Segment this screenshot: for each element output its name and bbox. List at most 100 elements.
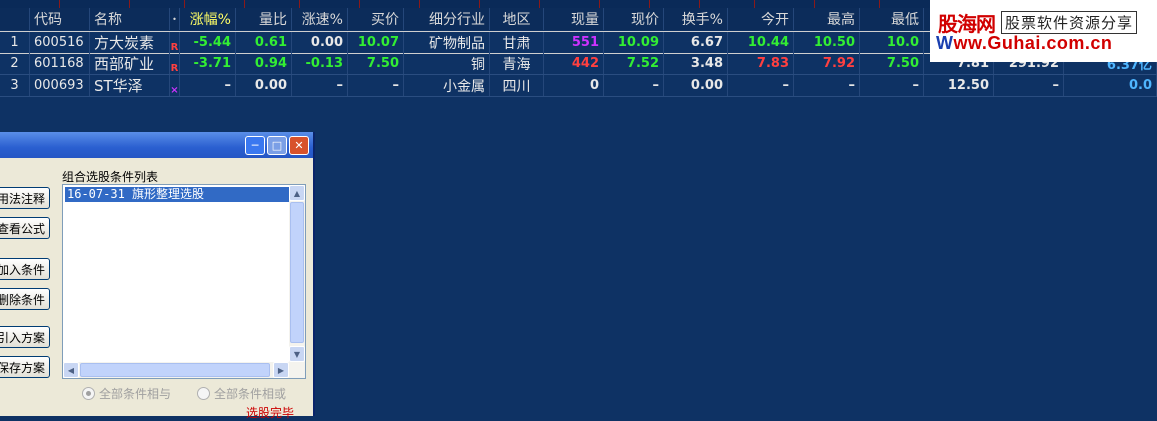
tab-1[interactable] <box>60 0 130 8</box>
column-header-region[interactable]: 地区 <box>490 8 544 30</box>
cell-stock-name: 西部矿业 <box>90 53 170 74</box>
cell-volume-ratio: 0.61 <box>236 32 292 53</box>
cell-flag: R <box>170 32 180 53</box>
radio-dot-checked[interactable] <box>82 387 95 400</box>
cell-current-volume: 551 <box>544 32 604 53</box>
scroll-left-icon[interactable]: ◀ <box>63 362 79 378</box>
cell-low-price: – <box>860 75 924 96</box>
import-plan-button[interactable]: 引入方案 <box>0 326 50 348</box>
cell-high-price: 7.92 <box>794 53 860 74</box>
column-header-current-price[interactable]: 现价 <box>604 8 664 30</box>
column-header-volume-ratio[interactable]: 量比 <box>236 8 292 30</box>
cell-bid-price: 7.50 <box>348 53 404 74</box>
stock-screening-dialog: ─ □ ✕ 用法注释 查看公式 加入条件 删除条件 引入方案 保存方案 组合选股… <box>0 132 315 420</box>
tab-12[interactable] <box>700 0 755 8</box>
column-header-bid-price[interactable]: 买价 <box>348 8 404 30</box>
tab-5[interactable] <box>300 0 360 8</box>
scroll-right-icon[interactable]: ▶ <box>273 362 289 378</box>
tab-14[interactable] <box>815 0 880 8</box>
view-formula-button[interactable]: 查看公式 <box>0 217 50 239</box>
cell-region: 青海 <box>490 53 544 74</box>
column-header-current-volume[interactable]: 现量 <box>544 8 604 30</box>
scroll-thumb-vertical[interactable] <box>290 202 304 343</box>
close-icon[interactable]: ✕ <box>289 136 309 155</box>
tab-0[interactable] <box>0 0 60 8</box>
cell-col-18: – <box>994 75 1064 96</box>
scroll-down-icon[interactable]: ▼ <box>289 346 305 362</box>
watermark-url-prefix: W <box>936 33 954 53</box>
cell-stock-code: 600516 <box>30 32 90 53</box>
radio-all-or[interactable]: 全部条件相或 <box>197 385 286 402</box>
cell-turnover-pct: 6.67 <box>664 32 728 53</box>
condition-list-label: 组合选股条件列表 <box>62 170 159 184</box>
cell-stock-code: 601168 <box>30 53 90 74</box>
cell-row-index: 1 <box>0 32 30 53</box>
condition-listbox[interactable]: 16-07-31 旗形整理选股 ▲ ▼ ◀ ▶ <box>62 184 306 379</box>
list-item[interactable]: 16-07-31 旗形整理选股 <box>65 187 289 202</box>
tab-9[interactable] <box>540 0 600 8</box>
cell-volume-ratio: 0.00 <box>236 75 292 96</box>
minimize-icon[interactable]: ─ <box>245 136 265 155</box>
watermark-url: Www.Guhai.com.cn <box>936 33 1112 54</box>
tab-4[interactable] <box>245 0 300 8</box>
cell-open-price: 10.44 <box>728 32 794 53</box>
tab-10[interactable] <box>600 0 650 8</box>
tab-7[interactable] <box>420 0 480 8</box>
column-header-stock-code[interactable]: 代码 <box>30 8 90 30</box>
cell-turnover-pct: 3.48 <box>664 53 728 74</box>
tab-2[interactable] <box>130 0 185 8</box>
column-header-flag[interactable]: • <box>170 8 180 30</box>
tab-6[interactable] <box>360 0 420 8</box>
cell-sub-industry: 矿物制品 <box>404 32 490 53</box>
cell-sub-industry: 小金属 <box>404 75 490 96</box>
cell-bid-price: – <box>348 75 404 96</box>
cell-change-speed: – <box>292 75 348 96</box>
cell-open-price: – <box>728 75 794 96</box>
column-header-low-price[interactable]: 最低 <box>860 8 924 30</box>
table-row[interactable]: 3 000693 ST华泽 × –0.00– – 小金属 四川 0–0.00– – –12.50–0… <box>0 75 1157 97</box>
tab-3[interactable] <box>185 0 245 8</box>
column-header-turnover-pct[interactable]: 换手% <box>664 8 728 30</box>
cell-current-price: – <box>604 75 664 96</box>
usage-notes-button[interactable]: 用法注释 <box>0 187 50 209</box>
tab-11[interactable] <box>650 0 700 8</box>
horizontal-scrollbar[interactable]: ◀ ▶ <box>63 362 305 378</box>
cell-stock-name: 方大炭素 <box>90 32 170 53</box>
watermark-slogan: 股票软件资源分享 <box>1001 11 1138 34</box>
cell-row-index: 3 <box>0 75 30 96</box>
scroll-thumb-horizontal[interactable] <box>80 363 270 377</box>
cell-change-speed: 0.00 <box>292 32 348 53</box>
radio-dot[interactable] <box>197 387 210 400</box>
column-header-stock-name[interactable]: 名称 <box>90 8 170 30</box>
cell-col-19: 0.0 <box>1064 75 1157 96</box>
cell-stock-name: ST华泽 <box>90 75 170 96</box>
column-header-change-pct[interactable]: 涨幅% <box>180 8 236 30</box>
cell-flag: × <box>170 75 180 96</box>
column-header-sub-industry[interactable]: 细分行业 <box>404 8 490 30</box>
vertical-scrollbar[interactable]: ▲ ▼ <box>289 185 305 362</box>
dialog-titlebar[interactable]: ─ □ ✕ <box>0 132 313 158</box>
cell-high-price: – <box>794 75 860 96</box>
save-plan-button[interactable]: 保存方案 <box>0 356 50 378</box>
watermark-url-rest: ww.Guhai.com.cn <box>953 33 1113 53</box>
column-header-high-price[interactable]: 最高 <box>794 8 860 30</box>
cell-sub-industry: 铜 <box>404 53 490 74</box>
column-header-open-price[interactable]: 今开 <box>728 8 794 30</box>
cell-low-price: 7.50 <box>860 53 924 74</box>
scroll-up-icon[interactable]: ▲ <box>289 185 305 201</box>
radio-all-and[interactable]: 全部条件相与 <box>82 385 171 402</box>
cell-high-price: 10.50 <box>794 32 860 53</box>
delete-condition-button[interactable]: 删除条件 <box>0 288 50 310</box>
tab-13[interactable] <box>755 0 815 8</box>
add-condition-button[interactable]: 加入条件 <box>0 258 50 280</box>
status-text: 选股完毕 <box>246 406 295 420</box>
cell-open-price: 7.83 <box>728 53 794 74</box>
column-header-change-speed[interactable]: 涨速% <box>292 8 348 30</box>
watermark: 股海网 股票软件资源分享 Www.Guhai.com.cn <box>930 0 1157 62</box>
cell-change-pct: – <box>180 75 236 96</box>
cell-change-pct: -3.71 <box>180 53 236 74</box>
cell-bid-price: 10.07 <box>348 32 404 53</box>
tab-8[interactable] <box>480 0 540 8</box>
column-header-row-index[interactable] <box>0 8 30 30</box>
cell-stock-code: 000693 <box>30 75 90 96</box>
